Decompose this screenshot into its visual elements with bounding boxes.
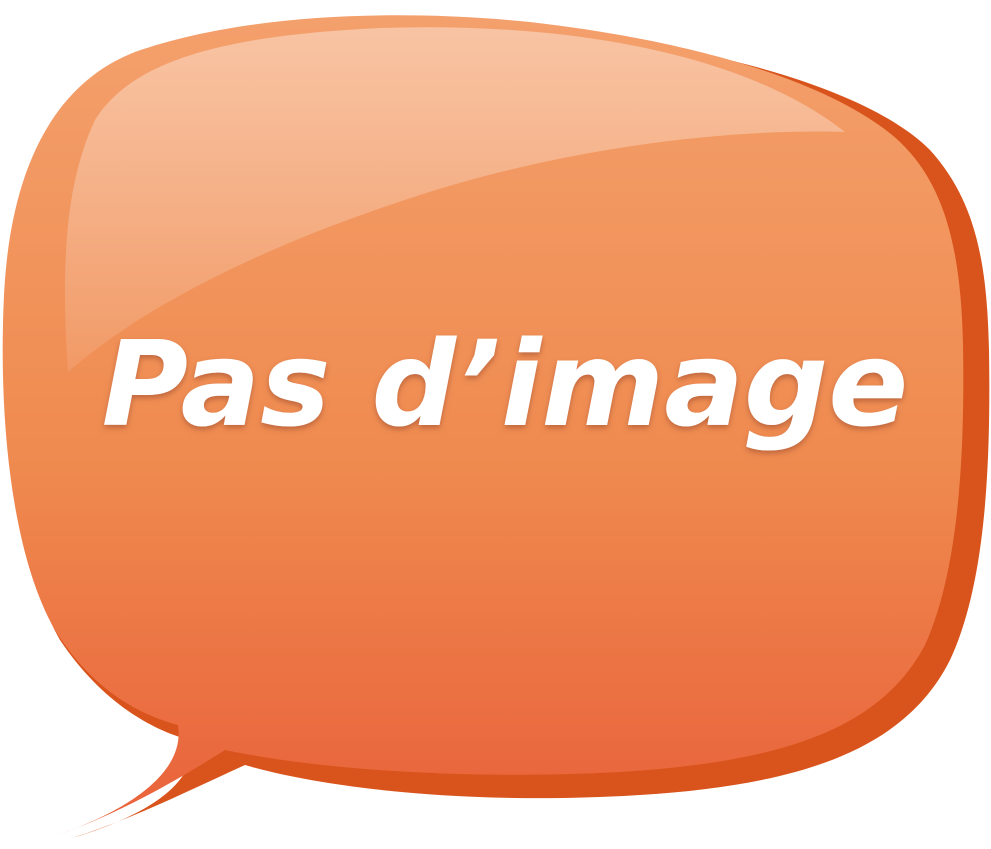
speech-bubble-graphic: Pas d’image: [0, 0, 991, 849]
speech-bubble: Pas d’image: [2, 15, 990, 838]
bubble-label: Pas d’image: [102, 315, 909, 453]
